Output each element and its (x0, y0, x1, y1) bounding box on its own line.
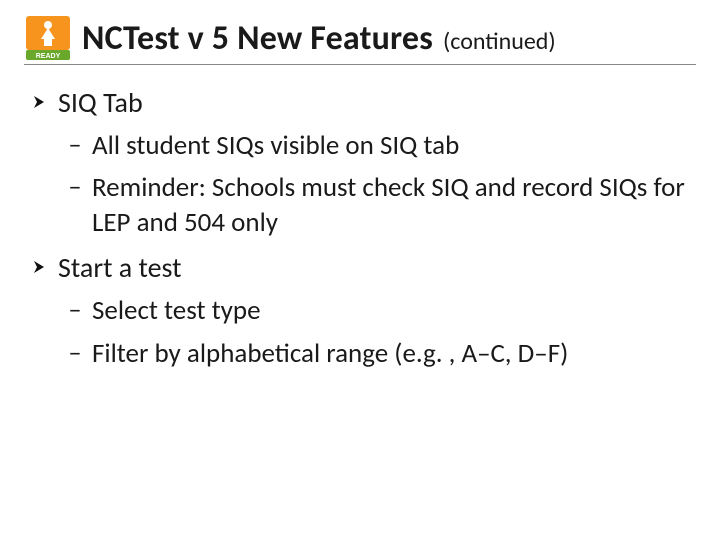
dash-icon: ‒ (68, 129, 82, 159)
list-item-text: Select test type (92, 294, 261, 329)
title-main: NCTest v 5 New Features (82, 18, 433, 59)
list-item: ‒ Reminder: Schools must check SIQ and r… (68, 171, 696, 240)
list-item-text: Reminder: Schools must check SIQ and rec… (92, 171, 696, 240)
dash-icon: ‒ (68, 294, 82, 324)
dash-icon: ‒ (68, 171, 82, 201)
slide-header: READY NCTest v 5 New Features (continued… (24, 14, 696, 65)
slide: READY NCTest v 5 New Features (continued… (0, 0, 720, 540)
list-item: SIQ Tab (30, 85, 696, 121)
list-item: ‒ Select test type (68, 294, 696, 329)
svg-text:READY: READY (36, 53, 61, 60)
list-item: ‒ Filter by alphabetical range (e.g. , A… (68, 337, 696, 372)
list-item: ‒ All student SIQs visible on SIQ tab (68, 129, 696, 164)
slide-title: NCTest v 5 New Features (continued) (82, 18, 696, 59)
chevron-right-icon (30, 254, 48, 280)
section-heading: Start a test (58, 250, 182, 286)
title-continued: (continued) (443, 27, 556, 56)
section-start-test: Start a test ‒ Select test type ‒ Filter… (30, 250, 696, 371)
ready-logo: READY (24, 14, 72, 62)
list-item-text: All student SIQs visible on SIQ tab (92, 129, 459, 164)
list-item: Start a test (30, 250, 696, 286)
list-item-text: Filter by alphabetical range (e.g. , A–C… (92, 337, 568, 372)
chevron-right-icon (30, 89, 48, 115)
slide-content: SIQ Tab ‒ All student SIQs visible on SI… (24, 85, 696, 371)
section-heading: SIQ Tab (58, 85, 143, 121)
dash-icon: ‒ (68, 337, 82, 367)
section-siq-tab: SIQ Tab ‒ All student SIQs visible on SI… (30, 85, 696, 240)
